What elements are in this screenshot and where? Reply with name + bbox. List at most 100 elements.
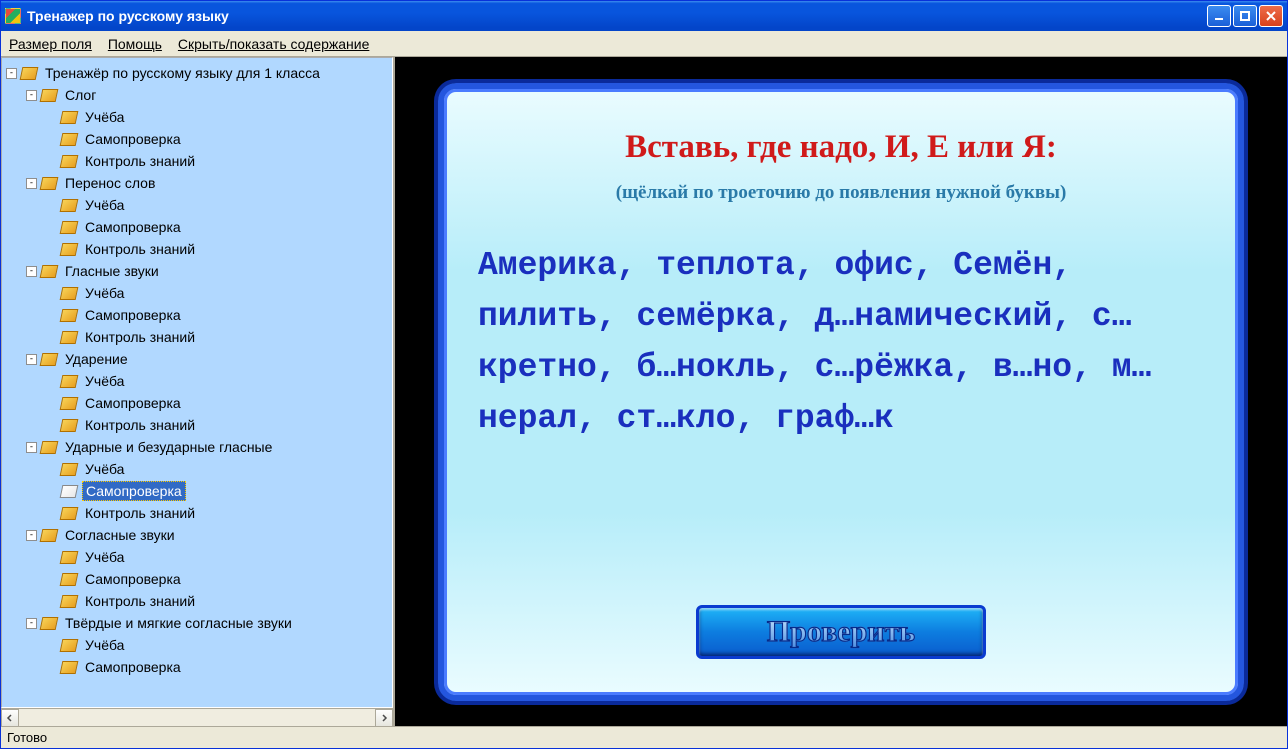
tree-toggle[interactable]: - <box>26 266 37 277</box>
book-icon <box>41 441 57 454</box>
tree-node-label[interactable]: Контроль знаний <box>82 416 198 434</box>
tree-node-label[interactable]: Перенос слов <box>62 174 158 192</box>
tree-sub-node[interactable]: Учёба <box>44 106 390 128</box>
close-button[interactable] <box>1259 5 1283 27</box>
tree-node-label[interactable]: Учёба <box>82 548 127 566</box>
tree-topic-node[interactable]: - Перенос слов <box>24 172 390 194</box>
book-icon <box>61 243 77 256</box>
book-icon <box>61 375 77 388</box>
status-text: Готово <box>7 730 47 745</box>
tree-toggle[interactable]: - <box>26 178 37 189</box>
scroll-right-button[interactable] <box>375 709 393 727</box>
tree-topic-node[interactable]: - Ударение <box>24 348 390 370</box>
tree-node-label[interactable]: Самопроверка <box>82 481 186 501</box>
tree-node-label[interactable]: Ударные и безударные гласные <box>62 438 275 456</box>
client-area: -Тренажёр по русскому языку для 1 класса… <box>1 57 1287 726</box>
tree-sub-node[interactable]: Самопроверка <box>44 392 390 414</box>
book-icon <box>61 309 77 322</box>
exercise-text[interactable]: Америка, теплота, офис, Семён, пилить, с… <box>472 240 1210 605</box>
tree-node-label[interactable]: Учёба <box>82 284 127 302</box>
arrow-right-icon <box>380 714 388 722</box>
minimize-icon <box>1213 10 1225 22</box>
tree-node-label[interactable]: Тренажёр по русскому языку для 1 класса <box>42 64 323 82</box>
book-icon <box>61 287 77 300</box>
tree-sub-node[interactable]: Учёба <box>44 634 390 656</box>
book-icon <box>41 529 57 542</box>
tree-toggle[interactable]: - <box>26 354 37 365</box>
tree-node-label[interactable]: Контроль знаний <box>82 504 198 522</box>
tree-topic-node[interactable]: - Твёрдые и мягкие согласные звуки <box>24 612 390 634</box>
menu-field-size[interactable]: Размер поля <box>9 36 92 52</box>
tree-sub-node[interactable]: Контроль знаний <box>44 238 390 260</box>
tree-node-label[interactable]: Учёба <box>82 196 127 214</box>
tree-node-label[interactable]: Согласные звуки <box>62 526 178 544</box>
maximize-icon <box>1239 10 1251 22</box>
book-icon <box>61 595 77 608</box>
tree-node-label[interactable]: Самопроверка <box>82 570 184 588</box>
tree-node-label[interactable]: Твёрдые и мягкие согласные звуки <box>62 614 295 632</box>
tree-toggle[interactable]: - <box>26 618 37 629</box>
tree-sub-node[interactable]: Самопроверка <box>44 304 390 326</box>
book-icon <box>41 89 57 102</box>
tree-sub-node[interactable]: Контроль знаний <box>44 414 390 436</box>
app-icon <box>5 8 21 24</box>
maximize-button[interactable] <box>1233 5 1257 27</box>
tree-sub-node[interactable]: Самопроверка <box>44 128 390 150</box>
tree-toggle[interactable]: - <box>26 442 37 453</box>
tree-node-label[interactable]: Контроль знаний <box>82 328 198 346</box>
tree-sub-node[interactable]: Контроль знаний <box>44 150 390 172</box>
book-icon <box>61 551 77 564</box>
tree-node-label[interactable]: Учёба <box>82 108 127 126</box>
window-title: Тренажер по русскому языку <box>27 8 1207 24</box>
tree-root-node[interactable]: - Тренажёр по русскому языку для 1 класса <box>4 62 390 84</box>
tree-topic-node[interactable]: - Ударные и безударные гласные <box>24 436 390 458</box>
tree-node-label[interactable]: Контроль знаний <box>82 240 198 258</box>
tree-toggle[interactable]: - <box>6 68 17 79</box>
book-icon <box>61 111 77 124</box>
tree-sub-node[interactable]: Учёба <box>44 458 390 480</box>
tree-sub-node[interactable]: Контроль знаний <box>44 502 390 524</box>
tree-node-label[interactable]: Контроль знаний <box>82 592 198 610</box>
book-icon <box>61 463 77 476</box>
tree-node-label[interactable]: Учёба <box>82 460 127 478</box>
scroll-left-button[interactable] <box>1 709 19 727</box>
tree-sub-node[interactable]: Контроль знаний <box>44 590 390 612</box>
tree-node-label[interactable]: Контроль знаний <box>82 152 198 170</box>
tree-node-label[interactable]: Гласные звуки <box>62 262 162 280</box>
book-icon <box>61 397 77 410</box>
tree-view[interactable]: -Тренажёр по русскому языку для 1 класса… <box>1 57 393 708</box>
tree-sub-node[interactable]: Учёба <box>44 546 390 568</box>
book-icon <box>61 133 77 146</box>
tree-node-label[interactable]: Ударение <box>62 350 131 368</box>
check-button[interactable]: Проверить <box>696 605 986 659</box>
tree-sub-node[interactable]: Учёба <box>44 282 390 304</box>
tree-node-label[interactable]: Слог <box>62 86 99 104</box>
tree-node-label[interactable]: Учёба <box>82 636 127 654</box>
tree-sub-node[interactable]: Учёба <box>44 194 390 216</box>
tree-node-label[interactable]: Самопроверка <box>82 130 184 148</box>
tree-sub-node[interactable]: Самопроверка <box>44 216 390 238</box>
book-icon <box>41 265 57 278</box>
tree-toggle[interactable]: - <box>26 90 37 101</box>
tree-node-label[interactable]: Самопроверка <box>82 658 184 676</box>
tree-topic-node[interactable]: - Согласные звуки <box>24 524 390 546</box>
app-window: Тренажер по русскому языку Размер поля П… <box>0 0 1288 749</box>
minimize-button[interactable] <box>1207 5 1231 27</box>
tree-node-label[interactable]: Учёба <box>82 372 127 390</box>
horizontal-scrollbar[interactable] <box>1 708 393 726</box>
tree-node-label[interactable]: Самопроверка <box>82 306 184 324</box>
menu-toggle-contents[interactable]: Скрыть/показать содержание <box>178 36 369 52</box>
tree-sub-node[interactable]: Учёба <box>44 370 390 392</box>
tree-sub-node[interactable]: Самопроверка <box>44 480 390 502</box>
tree-toggle[interactable]: - <box>26 530 37 541</box>
menu-help[interactable]: Помощь <box>108 36 162 52</box>
tree-node-label[interactable]: Самопроверка <box>82 394 184 412</box>
tree-topic-node[interactable]: - Слог <box>24 84 390 106</box>
tree-sub-node[interactable]: Самопроверка <box>44 568 390 590</box>
scroll-track[interactable] <box>19 709 375 726</box>
tree-topic-node[interactable]: - Гласные звуки <box>24 260 390 282</box>
tree-node-label[interactable]: Самопроверка <box>82 218 184 236</box>
tree-sub-node[interactable]: Контроль знаний <box>44 326 390 348</box>
book-icon <box>61 155 77 168</box>
tree-sub-node[interactable]: Самопроверка <box>44 656 390 678</box>
